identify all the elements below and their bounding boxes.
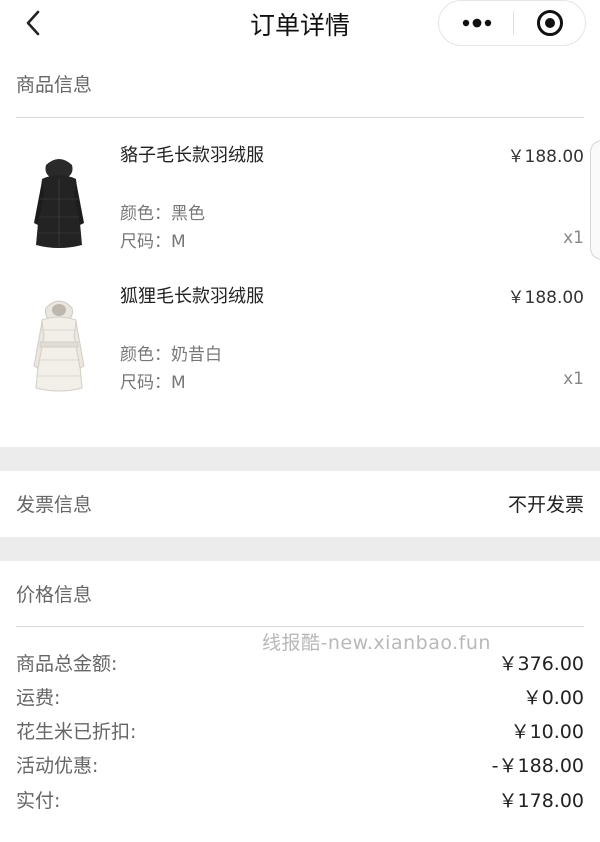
side-scroll-handle[interactable] [590,140,600,260]
section-separator [0,447,600,471]
target-circle-icon[interactable] [514,1,586,45]
divider [16,117,584,118]
product-item[interactable]: 狐狸毛长款羽绒服 ￥188.00 颜色：奶昔白 尺码：M x1 [0,282,600,402]
product-name: 狐狸毛长款羽绒服 [120,286,264,307]
product-price: ￥188.00 [507,147,584,167]
invoice-value[interactable]: 不开发票 [508,490,584,517]
price-row-shipping: 运费: ￥0.00 [16,683,584,713]
size-value: M [171,232,186,252]
size-label: 尺码： [120,232,171,252]
black-down-coat-image [28,153,90,253]
size-label: 尺码： [120,373,171,393]
color-label: 颜色： [120,345,171,365]
goods-section-title: 商品信息 [16,74,93,96]
product-name: 貉子毛长款羽绒服 [120,145,264,166]
price-value: -￥188.00 [491,755,584,777]
product-color: 颜色：奶昔白 [120,340,222,365]
price-section-title: 价格信息 [16,584,93,606]
product-color: 颜色：黑色 [120,199,205,224]
product-item[interactable]: 貉子毛长款羽绒服 ￥188.00 颜色：黑色 尺码：M x1 [0,141,600,261]
price-label: 活动优惠: [16,755,99,777]
price-value: ￥0.00 [522,687,584,709]
divider [16,626,584,627]
product-size: 尺码：M [120,368,186,393]
top-nav-bar: 订单详情 [0,0,600,48]
mini-program-capsule [438,0,586,46]
product-quantity: x1 [563,369,584,389]
color-label: 颜色： [120,204,171,224]
more-dots-icon[interactable] [439,1,513,45]
price-row-total: 商品总金额: ￥376.00 [16,649,584,679]
white-down-coat-image [28,294,90,394]
price-label: 花生米已折扣: [16,721,137,743]
product-quantity: x1 [563,228,584,248]
product-size: 尺码：M [120,227,186,252]
price-row-discount: 花生米已折扣: ￥10.00 [16,717,584,747]
price-value: ￥376.00 [498,653,584,675]
invoice-section-title: 发票信息 [16,494,93,516]
price-label: 商品总金额: [16,653,118,675]
price-row-paid: 实付: ￥178.00 [16,786,584,816]
price-row-promotion: 活动优惠: -￥188.00 [16,751,584,781]
section-separator [0,537,600,561]
price-value: ￥178.00 [498,790,584,812]
price-label: 实付: [16,790,61,812]
price-label: 运费: [16,687,61,709]
color-value: 黑色 [171,204,205,224]
product-price: ￥188.00 [507,288,584,308]
price-value: ￥10.00 [510,721,584,743]
size-value: M [171,373,186,393]
color-value: 奶昔白 [171,345,222,365]
